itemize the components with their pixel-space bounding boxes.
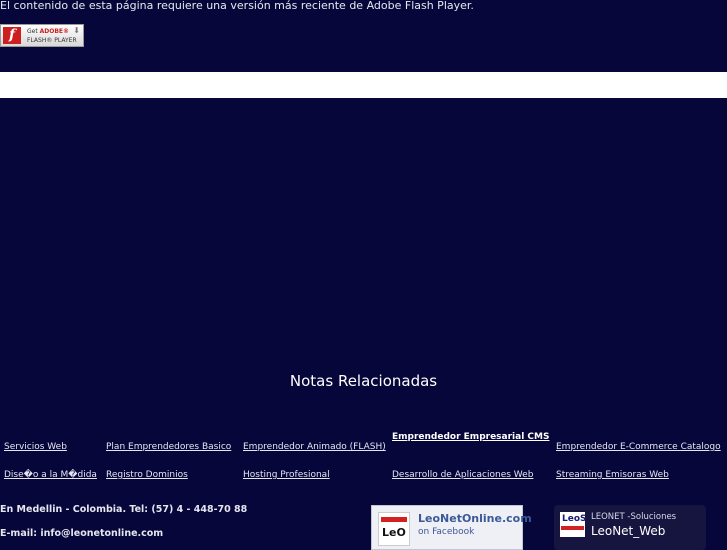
- facebook-page-title[interactable]: LeoNetOnline.com: [418, 512, 532, 525]
- link-desarrollo-aplicaciones[interactable]: Desarrollo de Aplicaciones Web: [392, 470, 533, 480]
- flash-badge-line2: FLASH® PLAYER: [27, 37, 77, 44]
- facebook-page-avatar: LeO: [378, 512, 410, 546]
- link-streaming-emisoras[interactable]: Streaming Emisoras Web: [556, 470, 669, 480]
- contact-email: E-mail: info@leonetonline.com: [0, 528, 164, 539]
- link-emprendedor-ecommerce[interactable]: Emprendedor E-Commerce Catalogo: [556, 442, 721, 452]
- link-emprendedor-animado[interactable]: Emprendedor Animado (FLASH): [243, 442, 386, 452]
- link-plan-emprendedores[interactable]: Plan Emprendedores Basico: [106, 442, 231, 452]
- link-servicios-web[interactable]: Servicios Web: [4, 442, 67, 452]
- download-icon: ⬇: [73, 26, 80, 35]
- white-banner-bar: [0, 72, 727, 98]
- twitter-display-name: LEONET -Soluciones: [591, 512, 677, 522]
- flash-logo-icon: f: [3, 27, 21, 44]
- twitter-avatar: LeoS: [560, 512, 587, 537]
- section-title: Notas Relacionadas: [289, 372, 438, 390]
- get-flash-player-button[interactable]: f Get ADOBE® FLASH® PLAYER ⬇: [0, 24, 84, 47]
- facebook-subtitle: on Facebook: [418, 527, 475, 537]
- contact-address: En Medellin - Colombia. Tel: (57) 4 - 44…: [0, 504, 248, 515]
- link-registro-dominios[interactable]: Registro Dominios: [106, 470, 188, 480]
- facebook-widget[interactable]: LeO LeoNetOnline.com on Facebook: [371, 505, 532, 550]
- flash-badge-line1: Get ADOBE®: [27, 28, 70, 35]
- link-hosting-profesional[interactable]: Hosting Profesional: [243, 470, 330, 480]
- flash-required-message: El contenido de esta página requiere una…: [0, 0, 474, 12]
- twitter-handle[interactable]: LeoNet_Web: [591, 524, 665, 538]
- link-diseno-medida[interactable]: Dise�o a la M�dida: [4, 470, 97, 480]
- twitter-widget[interactable]: LeoS LEONET -Soluciones LeoNet_Web: [554, 505, 706, 550]
- link-emprendedor-empresarial[interactable]: Emprendedor Empresarial CMS: [392, 432, 549, 442]
